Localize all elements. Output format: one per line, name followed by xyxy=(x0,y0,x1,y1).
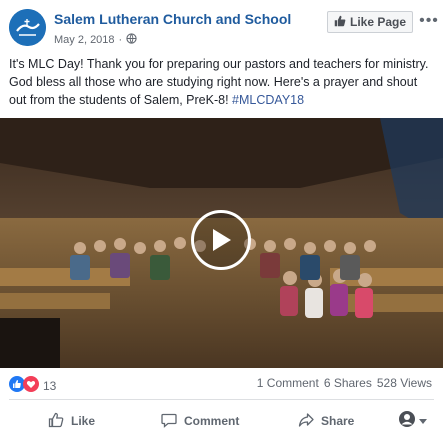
chevron-down-icon xyxy=(419,412,427,430)
share-button[interactable]: Share xyxy=(298,410,354,432)
comments-count[interactable]: 1 Comment xyxy=(257,376,319,390)
reactions-summary[interactable]: 13 xyxy=(9,376,56,395)
post-message: It's MLC Day! Thank you for preparing ou… xyxy=(9,55,434,109)
page-avatar[interactable] xyxy=(9,9,46,46)
share-label: Share xyxy=(321,414,355,428)
separator-dot: · xyxy=(118,34,123,46)
action-bar-divider xyxy=(9,399,434,400)
like-label: Like xyxy=(71,414,96,428)
play-icon xyxy=(213,229,231,251)
comment-label: Comment xyxy=(184,414,240,428)
like-button[interactable]: Like xyxy=(48,410,95,432)
post-date[interactable]: May 2, 2018 xyxy=(54,34,115,46)
comment-icon xyxy=(161,412,177,431)
post-meta: May 2, 2018 · xyxy=(54,33,137,47)
love-reaction-icon xyxy=(23,376,39,395)
views-count: 528 Views xyxy=(376,376,432,390)
globe-icon xyxy=(126,33,137,47)
video-player[interactable] xyxy=(0,118,443,368)
thumbs-up-outline-icon xyxy=(48,412,64,431)
hashtag-link[interactable]: #MLCDAY18 xyxy=(232,93,304,107)
like-page-label: Like Page xyxy=(349,15,407,29)
comment-button[interactable]: Comment xyxy=(161,410,239,432)
page-name-link[interactable]: Salem Lutheran Church and School xyxy=(54,11,291,27)
share-as-selector[interactable] xyxy=(398,410,427,432)
reaction-count: 13 xyxy=(43,378,57,393)
engagement-stats: 1 Comment 6 Shares 528 Views xyxy=(257,376,432,390)
shares-count[interactable]: 6 Shares xyxy=(324,376,372,390)
share-arrow-icon xyxy=(298,412,314,431)
post-body-text: It's MLC Day! Thank you for preparing ou… xyxy=(9,57,429,107)
more-options-icon[interactable]: ••• xyxy=(419,13,438,29)
play-button[interactable] xyxy=(191,210,251,270)
post-header: Salem Lutheran Church and School May 2, … xyxy=(0,0,443,50)
profile-avatar-icon xyxy=(398,410,416,433)
like-page-button[interactable]: Like Page xyxy=(327,11,413,33)
thumbs-up-icon xyxy=(334,15,346,30)
